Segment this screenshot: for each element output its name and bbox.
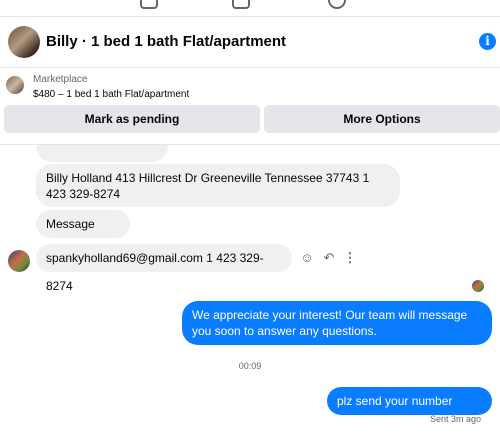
message-bubble[interactable]: Billy Holland 413 Hillcrest Dr Greenevil…: [36, 164, 400, 207]
info-icon[interactable]: i: [479, 33, 496, 50]
listing-summary[interactable]: $480 – 1 bed 1 bath Flat/apartment: [33, 89, 189, 100]
more-vertical-icon[interactable]: ⋮: [342, 250, 358, 266]
sent-status: Sent 3m ago: [430, 414, 482, 424]
smiley-icon[interactable]: ☺: [299, 250, 315, 266]
marketplace-listing-panel: Marketplace $480 – 1 bed 1 bath Flat/apa…: [0, 68, 500, 145]
mark-as-pending-button[interactable]: Mark as pending: [4, 105, 260, 133]
read-receipt-avatar: [472, 280, 484, 292]
listing-thumbnail[interactable]: [6, 76, 24, 94]
conversation-header: Billy · 1 bed 1 bath Flat/apartment i: [0, 17, 500, 68]
conversation-title[interactable]: Billy · 1 bed 1 bath Flat/apartment: [46, 33, 286, 50]
nav-icon[interactable]: [328, 0, 346, 9]
message-bubble-outgoing[interactable]: plz send your number again: [327, 387, 492, 436]
message-text: Billy Holland 413 Hillcrest Dr Greenevil…: [46, 171, 370, 201]
sender-avatar[interactable]: [8, 250, 30, 272]
message-bubble-outgoing[interactable]: We appreciate your interest! Our team wi…: [182, 301, 492, 345]
message-bubble[interactable]: Message sent: [36, 210, 130, 259]
message-text: We appreciate your interest! Our team wi…: [192, 308, 468, 338]
nav-icon[interactable]: [232, 0, 250, 9]
nav-icon[interactable]: [140, 0, 158, 9]
listing-avatar[interactable]: [8, 26, 40, 58]
reply-icon[interactable]: ↶: [321, 250, 337, 266]
marketplace-label: Marketplace: [33, 74, 88, 85]
message-text: spankyholland69@gmail.com 1 423 329-8274: [46, 251, 264, 293]
message-bubble[interactable]: spankyholland69@gmail.com 1 423 329-8274: [36, 244, 292, 293]
message-timestamp: 00:09: [238, 361, 262, 371]
more-options-button[interactable]: More Options: [264, 105, 500, 133]
top-nav-strip: [0, 0, 500, 17]
